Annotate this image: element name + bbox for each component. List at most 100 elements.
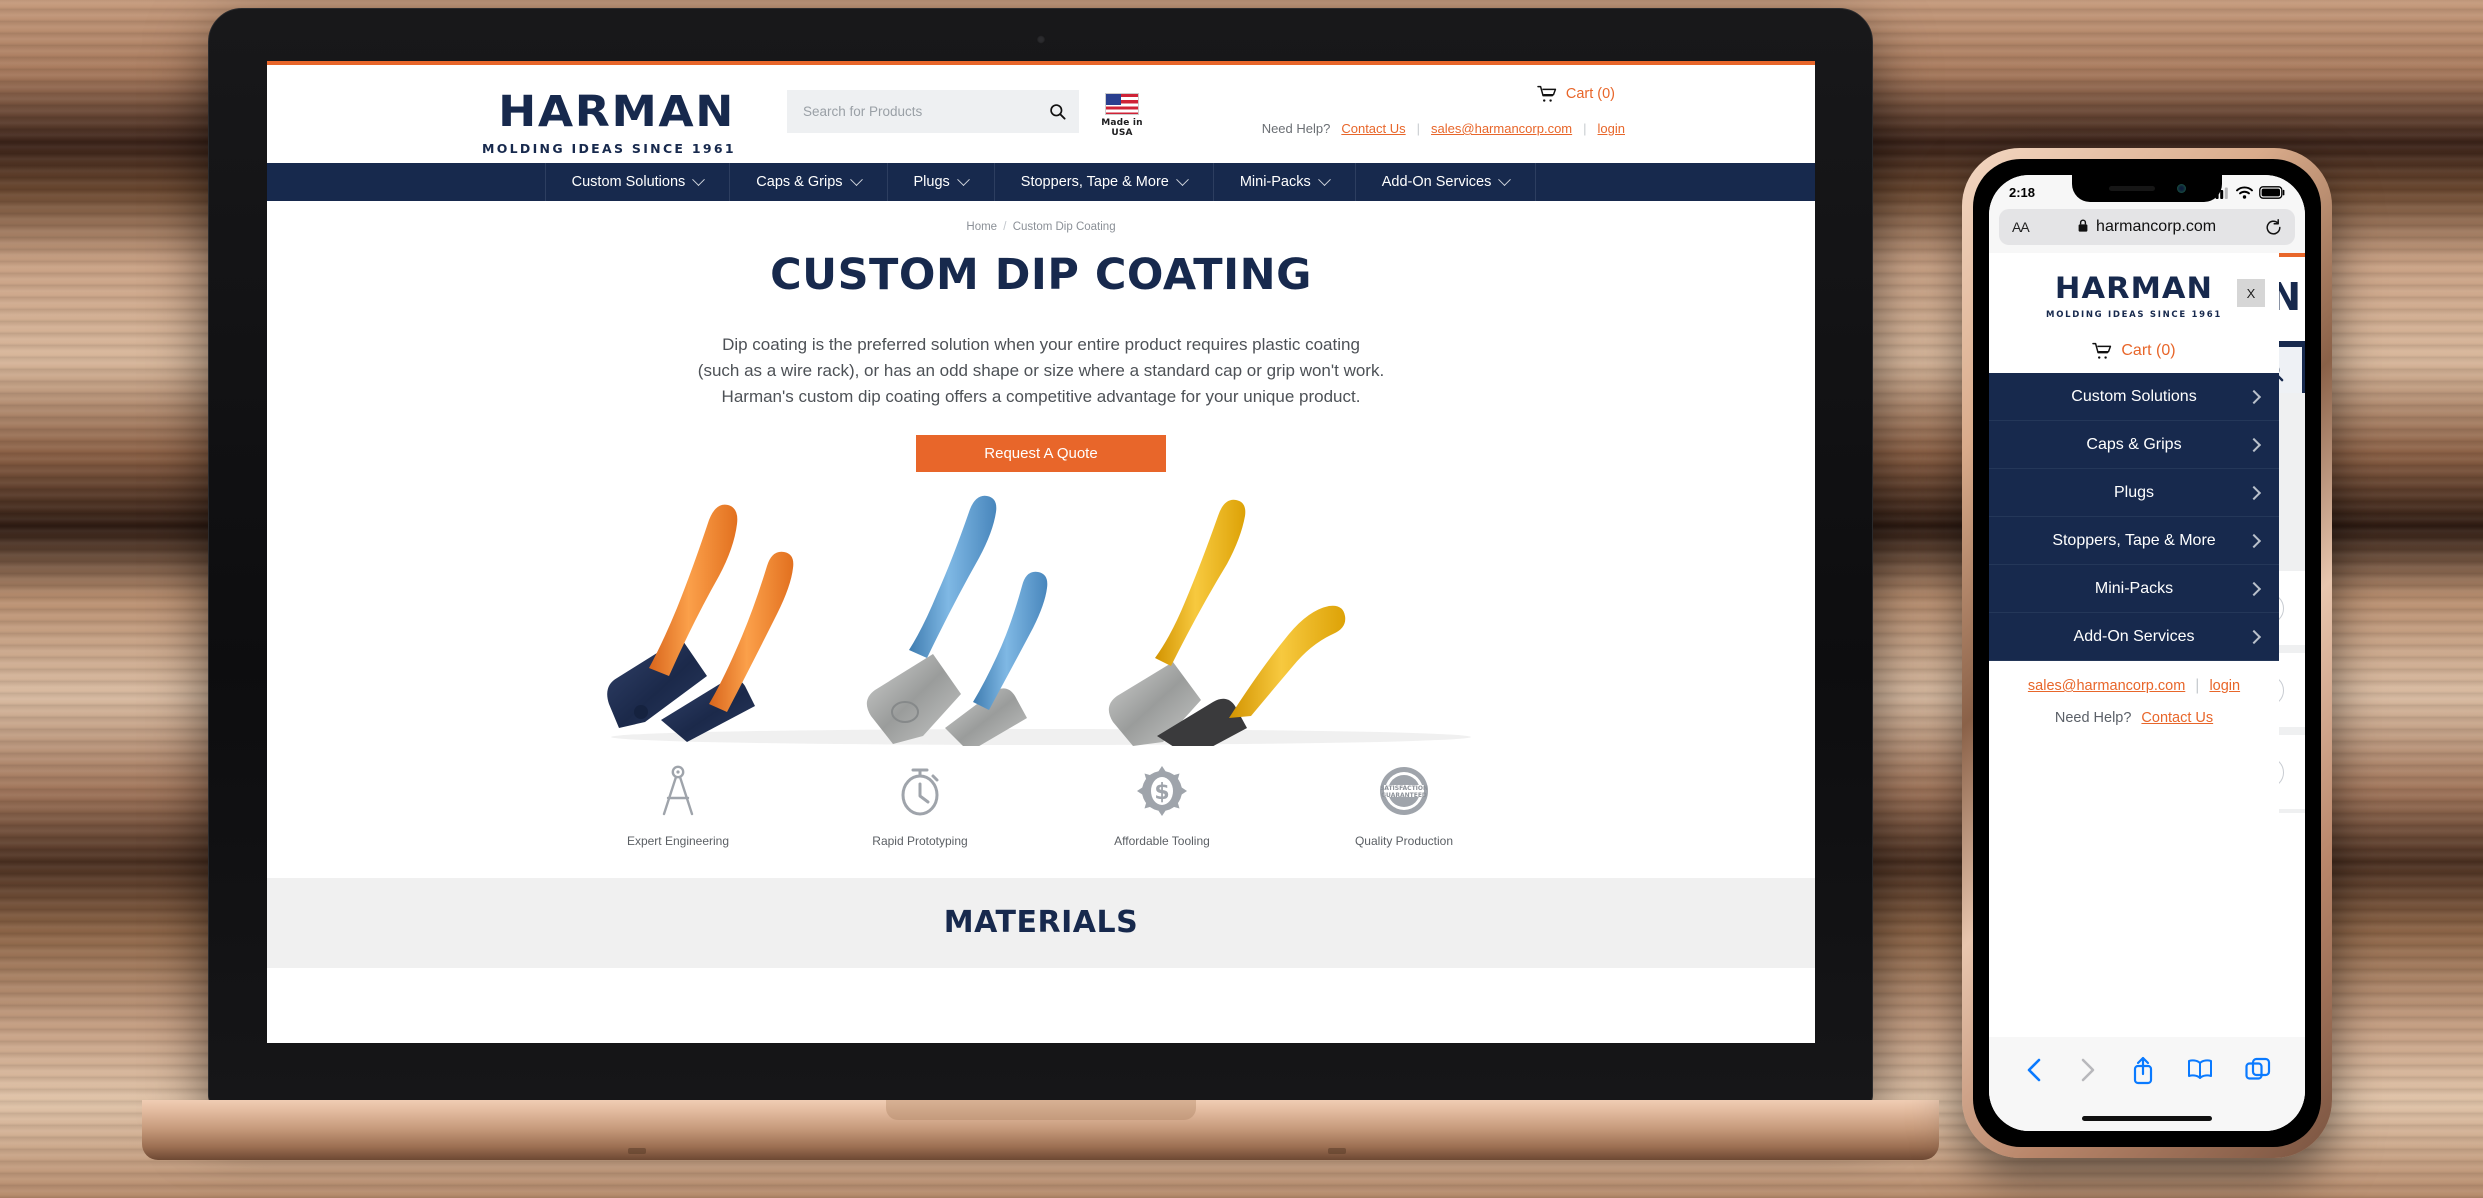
phone-device: 2:18 AA harmancorp.com N HARMAN MOLDING … <box>1962 148 2332 1158</box>
front-camera-icon <box>2176 184 2186 193</box>
login-link[interactable]: login <box>1598 121 1625 136</box>
back-icon[interactable] <box>2023 1056 2045 1084</box>
drawer-item-label: Add-On Services <box>2073 627 2195 645</box>
email-link[interactable]: sales@harmancorp.com <box>1431 121 1572 136</box>
need-help-label: Need Help? <box>1261 121 1331 136</box>
cta-container: Request A Quote <box>267 434 1815 472</box>
laptop-base-notch <box>885 1100 1196 1120</box>
drawer-item-add-on-services[interactable]: Add-On Services <box>1989 613 2279 661</box>
drawer-item-plugs[interactable]: Plugs <box>1989 469 2279 517</box>
drawer-cart-label: Cart (0) <box>2121 342 2176 359</box>
nav-item-plugs[interactable]: Plugs <box>888 163 995 201</box>
chevron-right-icon <box>2246 437 2262 452</box>
chevron-right-icon <box>2246 533 2262 548</box>
drawer-item-label: Caps & Grips <box>2086 435 2182 453</box>
made-in-usa-label: Made in USA <box>1101 118 1143 138</box>
intro-line-3: Harman's custom dip coating offers a com… <box>721 387 1361 407</box>
logo-wordmark: HARMAN <box>498 87 735 137</box>
nav-label: Custom Solutions <box>571 174 686 190</box>
nav-item-custom-solutions[interactable]: Custom Solutions <box>546 163 731 201</box>
gear-dollar-icon: $ <box>1087 762 1237 820</box>
share-icon[interactable] <box>2131 1055 2155 1085</box>
text-size-aa-icon[interactable]: AA <box>2012 219 2030 235</box>
battery-icon <box>2259 185 2285 199</box>
nav-label: Plugs <box>913 174 950 190</box>
url-field[interactable]: AA harmancorp.com <box>1999 209 2295 245</box>
feature-label: Affordable Tooling <box>1114 833 1210 848</box>
materials-heading: MATERIALS <box>943 905 1139 941</box>
chevron-down-icon <box>1175 172 1189 186</box>
breadcrumb-home[interactable]: Home <box>966 221 997 233</box>
nav-item-mini-packs[interactable]: Mini-Packs <box>1214 163 1356 201</box>
drawer-cart-link[interactable]: Cart (0) <box>1989 332 2279 373</box>
drawer-item-stoppers-tape-more[interactable]: Stoppers, Tape & More <box>1989 517 2279 565</box>
tabs-icon[interactable] <box>2245 1057 2271 1083</box>
chevron-down-icon <box>1317 172 1331 186</box>
nav-right-spacer <box>1536 163 1659 201</box>
us-flag-icon <box>1105 93 1139 115</box>
search-box[interactable] <box>787 90 1079 133</box>
close-icon[interactable]: X <box>2237 279 2265 307</box>
drawer-item-custom-solutions[interactable]: Custom Solutions <box>1989 373 2279 421</box>
drawer-navigation: Custom Solutions Caps & Grips Plugs Stop… <box>1989 373 2279 661</box>
drawer-item-label: Mini-Packs <box>2094 579 2174 597</box>
drawer-item-label: Plugs <box>2113 483 2155 501</box>
compass-icon <box>603 762 753 820</box>
reload-icon[interactable] <box>2265 218 2282 236</box>
drawer-need-help-label: Need Help? <box>2054 710 2132 726</box>
cart-icon <box>1537 85 1557 102</box>
nav-left-spacer <box>423 163 546 201</box>
pliers-illustration <box>607 495 1471 746</box>
wifi-icon <box>2236 186 2253 199</box>
phone-bezel: 2:18 AA harmancorp.com N HARMAN MOLDING … <box>1973 159 2321 1147</box>
chevron-right-icon <box>2246 629 2262 644</box>
laptop-device: HARMAN MOLDING IDEAS SINCE 1961 Search f… <box>142 8 1939 1160</box>
gear-shape: $ <box>1137 765 1187 816</box>
chevron-down-icon <box>1498 172 1512 186</box>
page-title: CUSTOM DIP COATING <box>770 250 1312 300</box>
laptop-foot <box>628 1148 646 1154</box>
hero-image-pliers <box>541 490 1541 746</box>
feature-label: Rapid Prototyping <box>872 833 968 848</box>
site-header: HARMAN MOLDING IDEAS SINCE 1961 Search f… <box>267 65 1815 163</box>
cart-label: Cart (0) <box>1565 86 1615 102</box>
chevron-right-icon <box>2246 485 2262 500</box>
nav-item-stoppers-tape-more[interactable]: Stoppers, Tape & More <box>995 163 1214 201</box>
intro-line-2: (such as a wire rack), or has an odd sha… <box>697 361 1385 381</box>
contact-us-link[interactable]: Contact Us <box>1341 121 1405 136</box>
intro-line-1: Dip coating is the preferred solution wh… <box>722 335 1360 354</box>
laptop-foot <box>1328 1148 1346 1154</box>
nav-item-caps-grips[interactable]: Caps & Grips <box>730 163 888 201</box>
drawer-item-caps-grips[interactable]: Caps & Grips <box>1989 421 2279 469</box>
drawer-login-link[interactable]: login <box>2209 678 2240 694</box>
divider: | <box>1583 121 1587 136</box>
webcam-icon <box>1036 35 1045 44</box>
drawer-account-links: sales@harmancorp.com | login <box>1989 677 2279 695</box>
stopwatch-icon <box>845 762 995 820</box>
drawer-logo-tagline: MOLDING IDEAS SINCE 1961 <box>2046 310 2222 320</box>
breadcrumb-separator: / <box>1003 221 1007 233</box>
divider: | <box>2195 677 2200 694</box>
phone-page-content: N HARMAN MOLDING IDEAS SINCE 1961 X Cart… <box>1989 253 2305 813</box>
badge-line-2: GUARANTEED <box>1381 792 1427 799</box>
feature-rapid-prototyping: Rapid Prototyping <box>845 762 995 848</box>
cart-link[interactable]: Cart (0) <box>1537 85 1615 103</box>
request-a-quote-button[interactable]: Request A Quote <box>916 434 1166 472</box>
phone-notch <box>2072 175 2222 202</box>
bookmarks-icon[interactable] <box>2187 1058 2213 1082</box>
search-input[interactable] <box>803 104 1048 119</box>
site-logo[interactable]: HARMAN MOLDING IDEAS SINCE 1961 <box>482 91 736 157</box>
drawer-contact-us-link[interactable]: Contact Us <box>2141 710 2213 726</box>
forward-icon[interactable] <box>2077 1056 2099 1084</box>
status-indicators <box>2211 185 2285 199</box>
feature-affordable-tooling: $ Affordable Tooling <box>1087 762 1237 848</box>
divider: | <box>1416 121 1421 136</box>
feature-expert-engineering: Expert Engineering <box>603 762 753 848</box>
nav-item-add-on-services[interactable]: Add-On Services <box>1356 163 1537 201</box>
drawer-item-mini-packs[interactable]: Mini-Packs <box>1989 565 2279 613</box>
chevron-down-icon <box>956 172 970 186</box>
feature-quality-production: SATISFACTION GUARANTEED Quality Producti… <box>1329 762 1479 848</box>
drawer-email-link[interactable]: sales@harmancorp.com <box>2028 678 2185 694</box>
nav-label: Stoppers, Tape & More <box>1020 174 1169 190</box>
search-icon[interactable] <box>1048 102 1067 121</box>
